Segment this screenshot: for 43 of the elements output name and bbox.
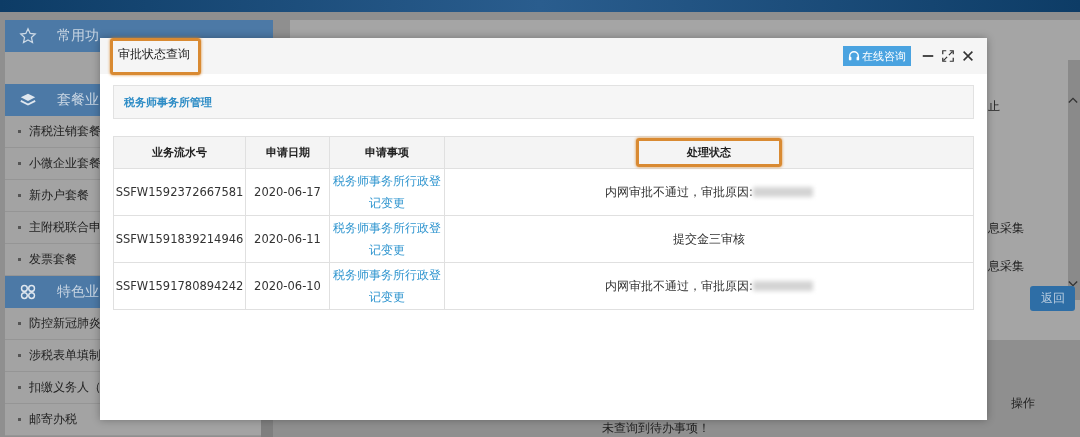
redacted-text [752, 187, 813, 197]
column-header: 处理状态 [444, 136, 974, 169]
status-text: 提交金三审核 [673, 231, 745, 246]
section-title: 套餐业 [57, 91, 99, 109]
chevron-down-icon[interactable] [1068, 280, 1078, 288]
empty-message: 未查询到待办事项！ [602, 421, 710, 435]
label-fragment: 止 [988, 98, 1000, 115]
redacted-text [752, 281, 813, 291]
maximize-icon[interactable] [941, 49, 955, 63]
table-cell: 2020-06-10 [245, 262, 330, 310]
column-header: 操作 [1011, 395, 1035, 412]
sidebar-item[interactable]: 邮寄办税 [29, 411, 77, 428]
sidebar-item[interactable]: 涉税表单填制 [29, 347, 101, 364]
sidebar-item[interactable]: 扣缴义务人（ [29, 379, 101, 396]
sidebar-item[interactable]: 发票套餐 [29, 251, 77, 268]
label-fragment: 息采集 [988, 220, 1024, 237]
headset-icon [848, 50, 860, 62]
status-text: 内网审批不通过，审批原因: [605, 184, 753, 199]
table-cell: SSFW1592372667581 [113, 168, 246, 216]
sidebar-item[interactable]: 主附税联合申 [29, 219, 101, 236]
table-cell: 2020-06-17 [245, 168, 330, 216]
back-button[interactable]: 返回 [1030, 286, 1075, 311]
sidebar-item[interactable]: 小微企业套餐 [29, 155, 101, 172]
section-title: 特色业 [57, 283, 99, 301]
star-icon [19, 27, 37, 45]
section-title: 常用功 [57, 27, 99, 45]
sidebar-item[interactable]: 防控新冠肺炎 [29, 315, 101, 332]
breadcrumb-link[interactable]: 税务师事务所管理 [124, 94, 212, 110]
column-header: 申请事项 [329, 136, 445, 169]
sidebar-item[interactable]: 新办户套餐 [29, 187, 89, 204]
table-cell: SSFW1591839214946 [113, 215, 246, 263]
column-header: 业务流水号 [113, 136, 246, 169]
column-header: 申请日期 [245, 136, 330, 169]
scrollbar[interactable] [1068, 60, 1080, 300]
dialog-title: 审批状态查询 [110, 37, 201, 75]
sidebar-item[interactable]: 清税注销套餐 [29, 123, 101, 140]
label-fragment: 息采集 [988, 258, 1024, 275]
clover-icon [19, 283, 37, 301]
close-icon[interactable] [961, 49, 975, 63]
table-cell: SSFW1591780894242 [113, 262, 246, 310]
chevron-up-icon[interactable] [1068, 96, 1078, 104]
table-cell: 2020-06-11 [245, 215, 330, 263]
status-text: 内网审批不通过，审批原因: [605, 278, 753, 293]
